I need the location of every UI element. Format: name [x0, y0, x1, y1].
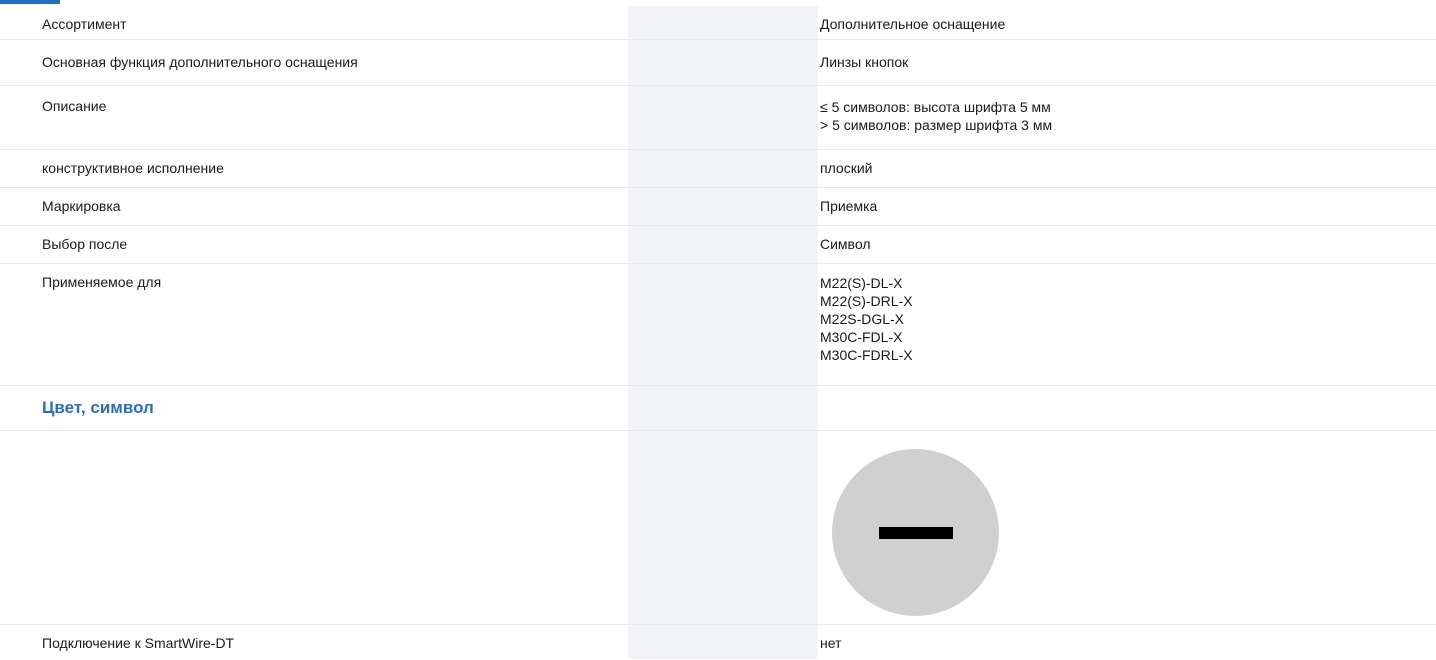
minus-bar — [879, 527, 953, 539]
row-label: Ассортимент — [42, 16, 127, 32]
row-label: Подключение к SmartWire-DT — [42, 635, 235, 651]
value-line: M30C-FDL-X — [820, 329, 903, 345]
table-row: Применяемое для M22(S)-DL-X M22(S)-DRL-X… — [0, 264, 1436, 386]
table-row: Выбор после Символ — [0, 226, 1436, 264]
section-title: Цвет, символ — [42, 398, 154, 417]
value-line: M22(S)-DRL-X — [820, 293, 913, 309]
table-row: Описание ≤ 5 символов: высота шрифта 5 м… — [0, 86, 1436, 150]
row-value-empty — [818, 386, 1436, 430]
mid-column — [628, 431, 818, 624]
row-label-empty — [0, 431, 628, 624]
row-label: Описание — [42, 98, 107, 114]
row-value: ≤ 5 символов: высота шрифта 5 мм > 5 сим… — [818, 86, 1436, 149]
table-row: Ассортимент Дополнительное оснащение — [0, 6, 1436, 40]
row-value: Дополнительное оснащение — [820, 16, 1006, 32]
row-label: Маркировка — [42, 198, 121, 214]
value-line: M22(S)-DL-X — [820, 275, 903, 291]
row-value: нет — [820, 635, 842, 651]
table-row: Подключение к SmartWire-DT нет — [0, 625, 1436, 659]
mid-column — [628, 188, 818, 225]
row-value: M22(S)-DL-X M22(S)-DRL-X M22S-DGL-X M30C… — [818, 264, 1436, 385]
row-label: конструктивное исполнение — [42, 160, 224, 176]
section-row: Цвет, символ — [0, 386, 1436, 431]
row-value: Линзы кнопок — [820, 54, 909, 70]
mid-column — [628, 264, 818, 385]
row-value: Приемка — [820, 198, 878, 214]
value-line: M22S-DGL-X — [820, 311, 905, 327]
mid-column — [628, 6, 818, 39]
mid-column — [628, 150, 818, 187]
table-row: конструктивное исполнение плоский — [0, 150, 1436, 188]
value-line: ≤ 5 символов: высота шрифта 5 мм — [820, 99, 1051, 115]
value-line: M30C-FDRL-X — [820, 347, 913, 363]
row-label: Основная функция дополнительного оснащен… — [42, 54, 358, 70]
minus-symbol-lens-icon — [832, 449, 999, 616]
mid-column — [628, 86, 818, 149]
mid-column — [628, 386, 818, 430]
row-value: Символ — [820, 236, 871, 252]
table-row: Маркировка Приемка — [0, 188, 1436, 226]
value-line: > 5 символов: размер шрифта 3 мм — [820, 117, 1053, 133]
spec-table: Ассортимент Дополнительное оснащение Осн… — [0, 6, 1436, 659]
top-accent-bar — [0, 0, 60, 4]
mid-column — [628, 40, 818, 85]
row-value: плоский — [820, 160, 873, 176]
table-row: Основная функция дополнительного оснащен… — [0, 40, 1436, 86]
symbol-cell — [818, 431, 1436, 624]
mid-column — [628, 226, 818, 263]
table-row — [0, 431, 1436, 625]
row-label: Выбор после — [42, 236, 128, 252]
row-label: Применяемое для — [42, 274, 162, 290]
mid-column — [628, 625, 818, 659]
